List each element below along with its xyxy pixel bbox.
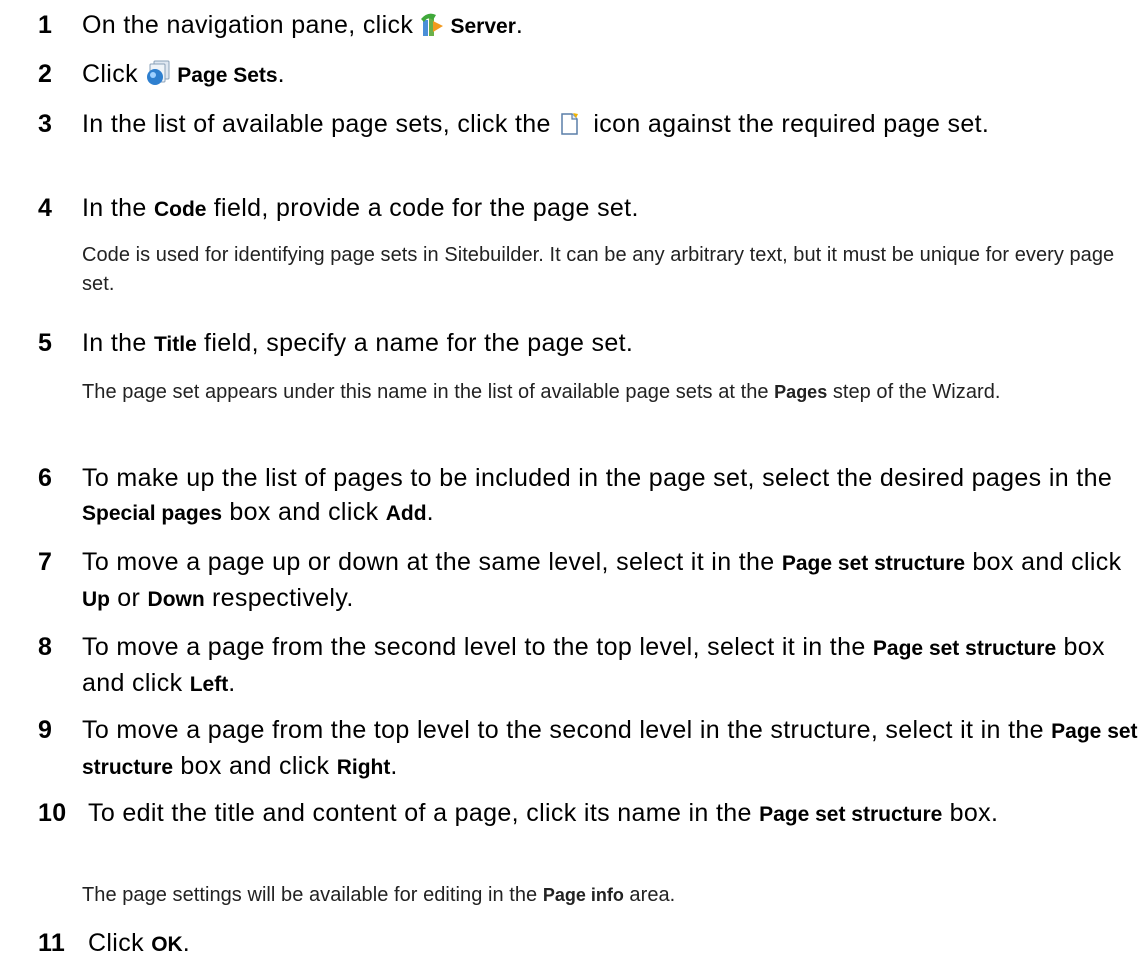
- right-button-label: Right: [336, 756, 391, 779]
- up-button-label: Up: [82, 588, 110, 611]
- server-label: Server: [450, 15, 516, 38]
- step-text: To make up the list of pages to be inclu…: [82, 464, 1113, 526]
- add-button-label: Add: [385, 502, 427, 525]
- step-text: To move a page from the second level to …: [82, 633, 1105, 697]
- step-number: 11: [38, 929, 66, 957]
- step-5-note: The page set appears under this name in …: [82, 381, 1001, 403]
- title-field-label: Title: [153, 333, 197, 356]
- step-number: 10: [38, 799, 67, 827]
- code-field-label: Code: [153, 198, 207, 221]
- step-text: Click Page Sets.: [82, 57, 1148, 95]
- left-button-label: Left: [189, 673, 229, 696]
- step-number: 5: [38, 329, 53, 357]
- step-text: In the Code field, provide a code for th…: [82, 194, 639, 222]
- step-text: To edit the title and content of a page,…: [88, 799, 999, 827]
- down-button-label: Down: [147, 588, 205, 611]
- page-set-structure-label: Page set structure: [759, 803, 943, 826]
- page-set-structure-label: Page set structure: [781, 552, 966, 575]
- step-number: 8: [38, 633, 53, 661]
- step-number: 6: [38, 464, 53, 492]
- step-number: 3: [38, 110, 53, 138]
- step-text: On the navigation pane, click Server.: [82, 8, 1148, 46]
- step-number: 4: [38, 194, 53, 222]
- page-sets-label: Page Sets: [177, 64, 278, 87]
- step-10-note: The page settings will be available for …: [82, 884, 676, 906]
- pages-step-label: Pages: [774, 382, 828, 402]
- step-text: In the list of available page sets, clic…: [82, 107, 1148, 145]
- step-4-note: Code is used for identifying page sets i…: [82, 244, 1115, 295]
- edit-page-icon: [560, 111, 580, 145]
- special-pages-label: Special pages: [82, 502, 223, 525]
- server-icon: [420, 11, 444, 46]
- step-number: 7: [38, 548, 53, 576]
- step-number: 2: [38, 60, 53, 88]
- page-sets-icon: [145, 60, 171, 95]
- page-set-structure-label: Page set structure: [872, 637, 1057, 660]
- page-info-label: Page info: [542, 885, 624, 905]
- step-number: 9: [38, 716, 53, 744]
- step-text: Click OK.: [88, 929, 191, 957]
- ok-button-label: OK: [151, 933, 183, 956]
- step-number: 1: [38, 11, 53, 39]
- step-text: To move a page up or down at the same le…: [82, 548, 1122, 612]
- step-text: In the Title field, specify a name for t…: [82, 329, 634, 357]
- step-text: To move a page from the top level to the…: [82, 716, 1138, 780]
